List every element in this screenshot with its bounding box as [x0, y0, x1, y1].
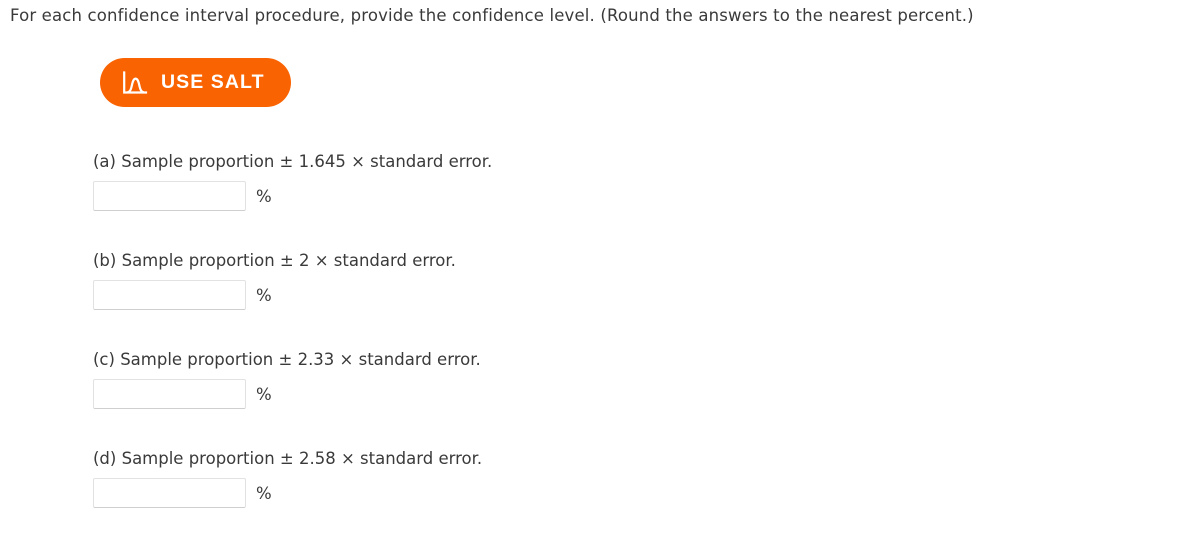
answer-input-b[interactable] [93, 280, 246, 310]
use-salt-label: USE SALT [161, 70, 265, 93]
question-text-a: (a) Sample proportion ± 1.645 × standard… [93, 152, 493, 171]
use-salt-button[interactable]: USE SALT [100, 58, 291, 107]
question-text-d: (d) Sample proportion ± 2.58 × standard … [93, 449, 483, 468]
answer-input-d[interactable] [93, 478, 246, 508]
question-text-c: (c) Sample proportion ± 2.33 × standard … [93, 350, 481, 369]
question-item-b: (b) Sample proportion ± 2 × standard err… [93, 249, 456, 310]
question-text-b: (b) Sample proportion ± 2 × standard err… [93, 251, 456, 270]
answer-row-c: % [93, 379, 481, 409]
answer-row-b: % [93, 280, 456, 310]
answer-row-d: % [93, 478, 482, 508]
percent-sign-a: % [256, 186, 272, 206]
percent-sign-d: % [256, 483, 272, 503]
question-item-d: (d) Sample proportion ± 2.58 × standard … [93, 447, 482, 508]
answer-input-a[interactable] [93, 181, 246, 211]
question-item-c: (c) Sample proportion ± 2.33 × standard … [93, 348, 481, 409]
question-prompt: For each confidence interval procedure, … [10, 6, 974, 25]
answer-row-a: % [93, 181, 492, 211]
answer-input-c[interactable] [93, 379, 246, 409]
normal-distribution-curve-icon [122, 70, 148, 95]
question-item-a: (a) Sample proportion ± 1.645 × standard… [93, 150, 492, 211]
percent-sign-b: % [256, 285, 272, 305]
percent-sign-c: % [256, 384, 272, 404]
